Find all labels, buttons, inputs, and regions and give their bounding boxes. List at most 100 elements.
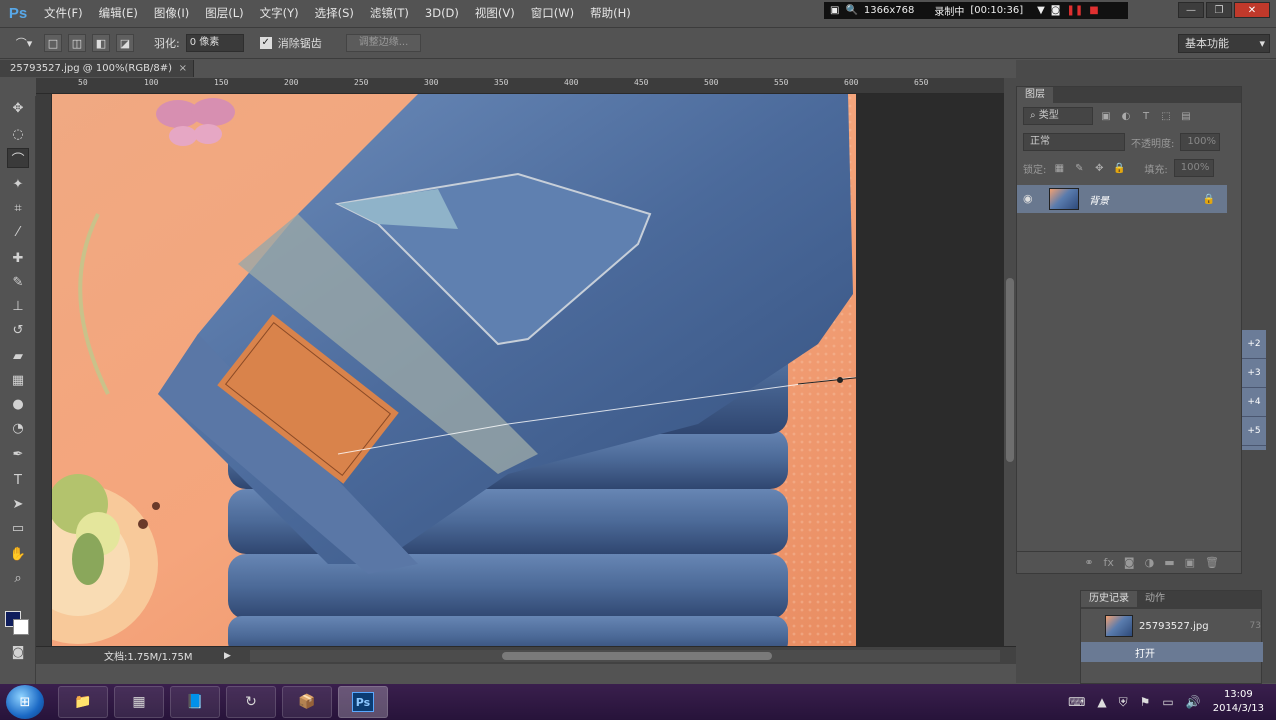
quick-mask-icon[interactable]: ◙ (7, 642, 29, 662)
menu-help[interactable]: 帮助(H) (582, 0, 639, 26)
close-button[interactable]: ✕ (1234, 2, 1270, 18)
box-app-icon[interactable]: 📦 (282, 686, 332, 718)
menu-type[interactable]: 文字(Y) (252, 0, 307, 26)
history-snapshot[interactable]: 25793527.jpg 73 (1081, 613, 1263, 639)
mini-panel-button[interactable]: +3 (1242, 359, 1266, 388)
menu-select[interactable]: 选择(S) (307, 0, 362, 26)
mini-panel-button[interactable]: +4 (1242, 388, 1266, 417)
fill-input[interactable]: 100% (1173, 159, 1214, 177)
menu-layer[interactable]: 图层(L) (197, 0, 251, 26)
stamp-tool-icon[interactable]: ⊥ (7, 296, 29, 316)
visibility-eye-icon[interactable]: ◉ (1023, 192, 1033, 205)
type-tool-icon[interactable]: T (7, 470, 29, 490)
notepad-icon[interactable]: 📘 (170, 686, 220, 718)
pixel-filter-icon[interactable]: ▣ (1099, 109, 1113, 123)
lock-position-icon[interactable]: ✥ (1092, 161, 1106, 175)
antialias-checkbox[interactable]: ✓ (259, 37, 272, 49)
crop-tool-icon[interactable]: ⌗ (7, 198, 29, 218)
blur-tool-icon[interactable]: ● (7, 394, 29, 414)
pen-tool-icon[interactable]: ✒ (7, 444, 29, 464)
arrow-right-icon[interactable]: ▶ (224, 651, 231, 661)
network-icon[interactable]: ▭ (1162, 695, 1173, 709)
menu-filter[interactable]: 滤镜(T) (362, 0, 417, 26)
canvas-area[interactable] (52, 94, 1004, 646)
eyedropper-tool-icon[interactable]: ⁄ (7, 222, 29, 242)
hand-tool-icon[interactable]: ✋ (7, 544, 29, 564)
move-tool-icon[interactable]: ✥ (7, 98, 29, 118)
calculator-icon[interactable]: ▦ (114, 686, 164, 718)
mini-panel-button[interactable]: +5 (1242, 417, 1266, 446)
layer-row-background[interactable]: ◉ 背景 🔒 (1017, 185, 1227, 213)
close-tab-icon[interactable]: × (179, 60, 187, 77)
history-state-open[interactable]: 打开 (1081, 642, 1263, 662)
new-layer-icon[interactable]: ▣ (1185, 556, 1195, 569)
photoshop-taskbar-button[interactable]: Ps (338, 686, 388, 718)
menu-view[interactable]: 视图(V) (467, 0, 523, 26)
tab-actions[interactable]: 动作 (1137, 591, 1173, 607)
camera-icon[interactable]: ◙ (1051, 5, 1061, 16)
mini-panel-button[interactable]: +2 (1242, 330, 1266, 359)
tab-history[interactable]: 历史记录 (1081, 591, 1137, 607)
horizontal-scroll-thumb[interactable] (502, 652, 772, 660)
dodge-tool-icon[interactable]: ◔ (7, 418, 29, 438)
magic-wand-tool-icon[interactable]: ✦ (7, 174, 29, 194)
menu-window[interactable]: 窗口(W) (523, 0, 582, 26)
shape-filter-icon[interactable]: ⬚ (1159, 109, 1173, 123)
opacity-input[interactable]: 100% (1180, 133, 1221, 151)
volume-icon[interactable]: 🔊 (1186, 695, 1201, 709)
vertical-scroll-thumb[interactable] (1006, 278, 1014, 462)
subtract-selection-icon[interactable]: ◧ (92, 34, 110, 52)
dropdown-icon[interactable]: ▼ (1037, 5, 1045, 16)
stop-icon[interactable]: ■ (1089, 5, 1098, 16)
lasso-preset-icon[interactable]: ⌒▾ (10, 34, 38, 52)
new-selection-icon[interactable]: □ (44, 34, 62, 52)
lock-paint-icon[interactable]: ✎ (1072, 161, 1086, 175)
feather-input[interactable]: 0 像素 (185, 34, 244, 52)
refine-edge-button[interactable]: 调整边缘... (345, 34, 422, 52)
zoom-tool-icon[interactable]: ⌕ (7, 568, 29, 588)
rectangle-tool-icon[interactable]: ▭ (7, 518, 29, 538)
blend-mode-select[interactable]: 正常 (1023, 133, 1125, 151)
minimize-button[interactable]: — (1178, 2, 1204, 18)
document-tab[interactable]: 25793527.jpg @ 100%(RGB/8#) × (0, 60, 194, 77)
workspace-select[interactable]: 基本功能 ▾ (1178, 34, 1270, 53)
type-filter-icon[interactable]: T (1139, 109, 1153, 123)
explorer-icon[interactable]: 📁 (58, 686, 108, 718)
trash-icon[interactable]: 🗑 (1205, 556, 1219, 569)
brush-tool-icon[interactable]: ✎ (7, 272, 29, 292)
path-selection-tool-icon[interactable]: ➤ (7, 494, 29, 514)
intersect-selection-icon[interactable]: ◪ (116, 34, 134, 52)
link-icon[interactable]: ⚭ (1084, 556, 1093, 569)
tray-expand-icon[interactable]: ▲ (1097, 695, 1106, 709)
vertical-scrollbar[interactable] (1004, 78, 1016, 646)
restore-button[interactable]: ❐ (1206, 2, 1232, 18)
pause-icon[interactable]: ❚❚ (1067, 5, 1084, 16)
adjustment-icon[interactable]: ◑ (1145, 556, 1155, 569)
history-brush-tool-icon[interactable]: ↺ (7, 320, 29, 340)
mask-icon[interactable]: ◙ (1124, 556, 1135, 569)
flag-icon[interactable]: ⚑ (1140, 695, 1151, 709)
fx-icon[interactable]: fx (1104, 556, 1114, 569)
layer-kind-filter[interactable]: ⌕ 类型 (1023, 107, 1093, 125)
clock[interactable]: 13:09 2014/3/13 (1213, 688, 1264, 716)
shield-icon[interactable]: ⛨ (1119, 695, 1128, 710)
add-selection-icon[interactable]: ◫ (68, 34, 86, 52)
lock-pixels-icon[interactable]: ▦ (1052, 161, 1066, 175)
background-color-swatch[interactable] (13, 619, 29, 635)
menu-file[interactable]: 文件(F) (36, 0, 91, 26)
adjust-filter-icon[interactable]: ◐ (1119, 109, 1133, 123)
horizontal-scrollbar[interactable] (250, 650, 1000, 662)
smart-filter-icon[interactable]: ▤ (1179, 109, 1193, 123)
marquee-tool-icon[interactable]: ◌ (7, 124, 29, 144)
menu-image[interactable]: 图像(I) (146, 0, 197, 26)
folder-icon[interactable]: ▬ (1164, 556, 1174, 569)
lock-all-icon[interactable]: 🔒 (1112, 161, 1126, 175)
gradient-tool-icon[interactable]: ▦ (7, 370, 29, 390)
healing-tool-icon[interactable]: ✚ (7, 248, 29, 268)
menu-3d[interactable]: 3D(D) (417, 0, 467, 26)
keyboard-icon[interactable]: ⌨ (1068, 695, 1085, 709)
lasso-tool-icon[interactable]: ⌒ (7, 148, 29, 168)
start-button[interactable]: ⊞ (6, 685, 44, 719)
refresh-app-icon[interactable]: ↻ (226, 686, 276, 718)
tab-layers[interactable]: 图层 (1017, 87, 1053, 103)
